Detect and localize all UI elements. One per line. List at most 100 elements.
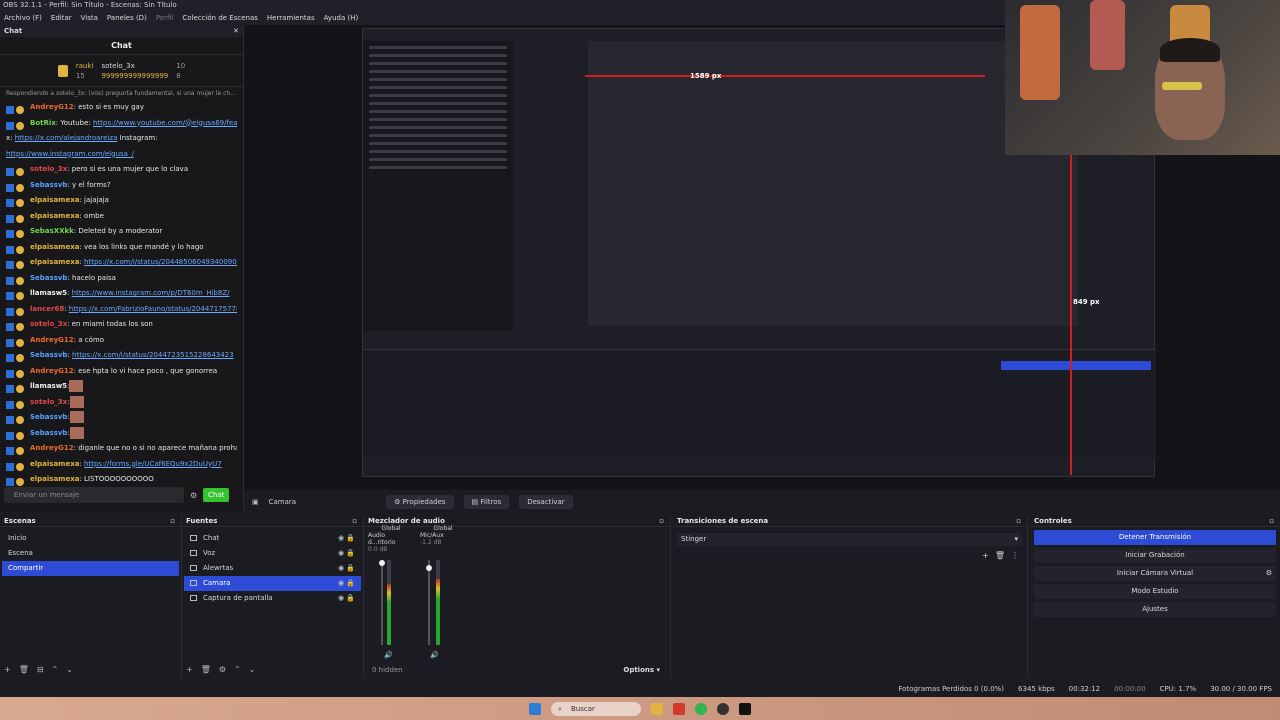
chat-username[interactable]: Sebassvb [30,181,67,189]
chat-username[interactable]: Sebassvb [30,429,67,437]
undock-icon[interactable]: ▫ [659,515,664,526]
gear-icon[interactable]: ⚙ [190,491,197,500]
chat-username[interactable]: elpaisamexa [30,475,79,483]
speaker-icon-2[interactable]: 🔊 [430,651,439,659]
chat-username[interactable]: sotelo_3x [30,320,67,328]
speaker-icon[interactable]: 🔊 [384,651,393,659]
up-icon[interactable]: ⌃ [52,665,59,674]
mixer-ch2-fader[interactable] [428,560,430,645]
chat-username[interactable]: Sebassvb [30,351,67,359]
chat-username[interactable]: AndreyG12 [30,367,74,375]
menu-paneles[interactable]: Paneles (D) [107,11,147,25]
chat-username[interactable]: SebasXXkk [30,227,74,235]
chat-username[interactable]: Sebassvb [30,274,67,282]
chat-link[interactable]: https://www.youtube.com/@elgusa69/featur… [93,119,237,127]
more-icon[interactable]: ⋮ [1011,551,1019,560]
chat-username[interactable]: sotelo_3x [30,398,67,406]
visibility-lock-icons[interactable]: ◉ 🔒 [338,546,355,561]
menu-coleccion[interactable]: Colección de Escenas [182,11,258,25]
chat-username[interactable]: sotelo_3x [30,165,67,173]
chat-username[interactable]: AndreyG12 [30,444,74,452]
source-item[interactable]: Voz ◉ 🔒 [184,546,361,561]
mixer-ch1-knob[interactable] [379,560,385,566]
chat-link[interactable]: https://x.com/alejandroareiza [15,134,118,142]
chat-link[interactable]: https://www.instagram.com/p/DT60m_Hib8Z/ [72,289,230,297]
mixer-options-button[interactable]: Options ▾ [623,666,660,674]
taskbar-search[interactable]: ⌕ Buscar [551,701,641,716]
start-recording-button[interactable]: Iniciar Grabación [1034,548,1276,563]
menu-herramientas[interactable]: Herramientas [267,11,315,25]
chat-send-button[interactable]: Chat [203,488,230,502]
chat-link[interactable]: https://www.instagram.com/elgusa_/ [6,150,134,158]
chat-username[interactable]: AndreyG12 [30,103,74,111]
chat-username[interactable]: elpaisamexa [30,243,79,251]
chat-username[interactable]: Sebassvb [30,413,67,421]
visibility-lock-icons[interactable]: ◉ 🔒 [338,591,355,606]
up-icon[interactable]: ⌃ [234,665,241,674]
transition-select[interactable]: Stinger ▾ [677,533,1022,546]
windows-start-icon[interactable] [529,702,541,715]
chat-username[interactable]: lancer68 [30,305,64,313]
visibility-lock-icons[interactable]: ◉ 🔒 [338,576,355,591]
settings-button[interactable]: Ajustes [1034,602,1276,617]
properties-button[interactable]: ⚙ Propiedades [386,494,454,509]
source-item[interactable]: Alewrtas ◉ 🔒 [184,561,361,576]
source-item[interactable]: Chat ◉ 🔒 [184,531,361,546]
mixer-ch2-knob[interactable] [426,565,432,571]
trash-icon[interactable]: 🗑 [201,665,211,674]
close-icon[interactable]: ✕ [233,27,239,35]
gear-icon[interactable]: ⚙ [219,665,226,674]
scene-item[interactable]: Compartir [2,561,179,576]
down-icon[interactable]: ⌄ [66,665,73,674]
scene-item[interactable]: Escena [2,546,179,561]
add-icon[interactable]: + [186,665,193,674]
spotify-icon[interactable] [695,702,707,715]
chat-username[interactable]: elpaisamexa [30,212,79,220]
chat-username[interactable]: BotRix [30,119,56,127]
source-item[interactable]: Camara ◉ 🔒 [184,576,361,591]
chat-link[interactable]: https://forms.gle/UCaf6EQu9x2DuUyU7 [84,460,222,468]
trash-icon[interactable]: 🗑 [995,551,1005,560]
chat-link[interactable]: https://x.com/i/status/20448506049340090… [84,258,237,266]
trash-icon[interactable]: 🗑 [19,665,29,674]
menu-editar[interactable]: Editar [51,11,72,25]
menu-perfil[interactable]: Perfil [156,11,174,25]
chat-username[interactable]: llamasw5 [30,289,67,297]
add-icon[interactable]: + [982,551,989,560]
scene-item[interactable]: Inicio [2,531,179,546]
chat-username[interactable]: llamasw5 [30,382,67,390]
obs-icon[interactable] [717,702,729,715]
browser-icon[interactable] [673,702,685,715]
deactivate-button[interactable]: Desactivar [519,494,573,509]
undock-icon[interactable]: ▫ [1016,515,1021,526]
visibility-lock-icons[interactable]: ◉ 🔒 [338,531,355,546]
down-icon[interactable]: ⌄ [249,665,256,674]
tiktok-icon[interactable] [739,702,751,715]
chat-link[interactable]: https://x.com/FabrizioFauno/status/20447… [69,305,237,313]
filter-icon[interactable]: ⊟ [37,665,44,674]
source-item[interactable]: Captura de pantalla ◉ 🔒 [184,591,361,606]
chat-username[interactable]: elpaisamexa [30,460,79,468]
filters-button[interactable]: ▤ Filtros [463,494,510,509]
file-explorer-icon[interactable] [651,702,663,715]
studio-mode-button[interactable]: Modo Estudio [1034,584,1276,599]
menu-vista[interactable]: Vista [81,11,98,25]
mixer-ch1-fader[interactable] [381,560,383,645]
add-icon[interactable]: + [4,665,11,674]
chat-message-input[interactable]: Enviar un mensaje [4,487,184,503]
menu-archivo[interactable]: Archivo (F) [4,11,42,25]
mixer-ch2-name[interactable]: Mic/Aux [420,532,466,539]
menu-ayuda[interactable]: Ayuda (H) [324,11,359,25]
chat-link[interactable]: https://x.com/i/status/20447235152286434… [72,351,234,359]
undock-icon[interactable]: ▫ [170,515,175,526]
visibility-lock-icons[interactable]: ◉ 🔒 [338,561,355,576]
undock-icon[interactable]: ▫ [352,515,357,526]
mixer-ch1-name[interactable]: Audio d...ritorio [368,532,414,546]
virtual-camera-button[interactable]: Iniciar Cámara Virtual ⚙ [1034,566,1276,581]
gear-icon[interactable]: ⚙ [1266,566,1272,581]
stop-streaming-button[interactable]: Detener Transmisión [1034,530,1276,545]
chat-username[interactable]: elpaisamexa [30,196,79,204]
chat-username[interactable]: elpaisamexa [30,258,79,266]
chat-username[interactable]: AndreyG12 [30,336,74,344]
undock-icon[interactable]: ▫ [1269,515,1274,526]
